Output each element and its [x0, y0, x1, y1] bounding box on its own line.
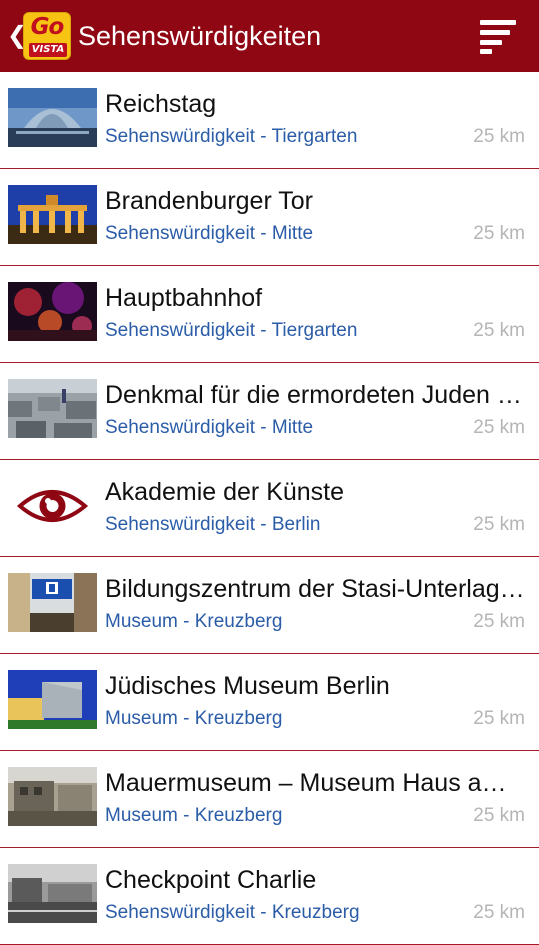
reichstag-dome-thumbnail [8, 88, 97, 147]
item-name: Checkpoint Charlie [105, 866, 317, 894]
list-item[interactable]: Hauptbahnhof Sehenswürdigkeit - Tiergart… [0, 266, 539, 363]
item-category: Sehenswürdigkeit - Kreuzberg [105, 902, 360, 923]
u-bahn-image [8, 573, 97, 632]
item-distance: 25 km [473, 223, 525, 244]
checkpoint-charlie-image [8, 864, 97, 923]
hauptbahnhof-thumbnail [8, 282, 97, 341]
item-name: Brandenburger Tor [105, 187, 314, 215]
item-category: Sehenswürdigkeit - Mitte [105, 417, 314, 438]
hauptbahnhof-image [8, 282, 97, 341]
list-item[interactable]: Denkmal für die ermordeten Juden Europas… [0, 363, 539, 460]
item-name: Mauermuseum – Museum Haus am Checkpoint … [105, 769, 525, 797]
logo-go-text: Go [30, 14, 65, 40]
item-category: Sehenswürdigkeit - Tiergarten [105, 126, 358, 147]
item-category: Sehenswürdigkeit - Berlin [105, 514, 321, 535]
list-item[interactable]: Brandenburger Tor Sehenswürdigkeit - Mit… [0, 169, 539, 266]
mauermuseum-image [8, 767, 97, 826]
jewish-museum-thumbnail [8, 670, 97, 729]
brandenburg-gate-image [8, 185, 97, 244]
logo-vista-text: VISTA [29, 43, 67, 57]
item-category: Museum - Kreuzberg [105, 805, 283, 826]
brandenburg-gate-thumbnail [8, 185, 97, 244]
filter-icon-bar-2 [480, 30, 510, 35]
item-category: Museum - Kreuzberg [105, 708, 283, 729]
item-name: Reichstag [105, 90, 217, 118]
jewish-museum-image [8, 670, 97, 729]
item-category: Sehenswürdigkeit - Tiergarten [105, 320, 358, 341]
item-name: Akademie der Künste [105, 478, 345, 506]
item-distance: 25 km [473, 417, 525, 438]
item-distance: 25 km [473, 708, 525, 729]
item-distance: 25 km [473, 611, 525, 632]
list-item[interactable]: Reichstag Sehenswürdigkeit - Tiergarten … [0, 72, 539, 169]
mauermuseum-thumbnail [8, 767, 97, 826]
app-bar: ❮ Go VISTA Sehenswürdigkeiten [0, 0, 539, 72]
item-category: Sehenswürdigkeit - Mitte [105, 223, 314, 244]
filter-icon-bar-1 [480, 20, 516, 25]
u-bahn-thumbnail [8, 573, 97, 632]
item-category: Museum - Kreuzberg [105, 611, 283, 632]
checkpoint-charlie-thumbnail [8, 864, 97, 923]
holocaust-memorial-image [8, 379, 97, 438]
item-distance: 25 km [473, 320, 525, 341]
holocaust-memorial-thumbnail [8, 379, 97, 438]
filter-icon-bar-4 [480, 49, 492, 54]
item-name: Denkmal für die ermordeten Juden Europas [105, 381, 525, 409]
list-item[interactable]: Checkpoint Charlie Sehenswürdigkeit - Kr… [0, 848, 539, 945]
eye-icon [16, 490, 89, 522]
filter-icon-bar-3 [480, 40, 502, 45]
list-item[interactable]: Jüdisches Museum Berlin Museum - Kreuzbe… [0, 654, 539, 751]
item-distance: 25 km [473, 805, 525, 826]
reichstag-dome-image [8, 88, 97, 147]
eye-placeholder-thumbnail [8, 476, 97, 535]
page-title: Sehenswürdigkeiten [78, 21, 322, 51]
item-distance: 25 km [473, 514, 525, 535]
list-item[interactable]: Akademie der Künste Sehenswürdigkeit - B… [0, 460, 539, 557]
go-vista-logo[interactable]: Go VISTA [23, 12, 71, 60]
sort-filter-button[interactable] [470, 16, 524, 56]
item-name: Hauptbahnhof [105, 284, 263, 312]
list-item[interactable]: Mauermuseum – Museum Haus am Checkpoint … [0, 751, 539, 848]
item-distance: 25 km [473, 902, 525, 923]
list-item[interactable]: Bildungszentrum der Stasi-Unterlagen-Beh… [0, 557, 539, 654]
item-name: Bildungszentrum der Stasi-Unterlagen-Beh… [105, 575, 525, 603]
item-name: Jüdisches Museum Berlin [105, 672, 390, 700]
sights-list: Reichstag Sehenswürdigkeit - Tiergarten … [0, 72, 539, 945]
item-distance: 25 km [473, 126, 525, 147]
